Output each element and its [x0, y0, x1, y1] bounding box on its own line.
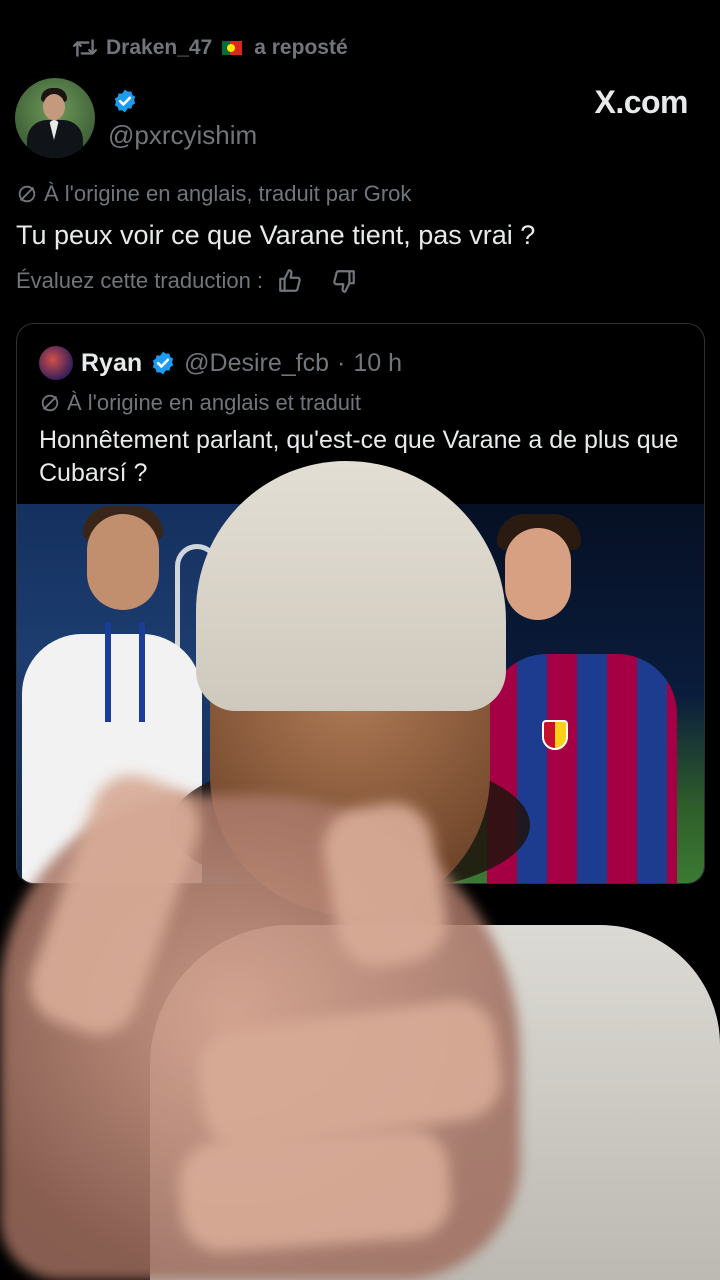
translation-note: À l'origine en anglais, traduit par Grok	[16, 181, 411, 207]
quoted-tweet[interactable]: Ryan @Desire_fcb · 10 h À l'origine en a…	[16, 323, 705, 884]
x-com-watermark: X.com	[594, 84, 688, 120]
quoted-tweet-header: Ryan @Desire_fcb · 10 h	[39, 346, 402, 380]
verified-badge-icon	[152, 351, 174, 375]
thumbs-down-icon[interactable]	[331, 268, 357, 294]
separator: ·	[337, 348, 346, 377]
portugal-flag-icon	[222, 41, 243, 55]
rate-label: Évaluez cette traduction :	[16, 268, 264, 293]
verified-badge-icon	[114, 89, 136, 113]
repost-user[interactable]: Draken_47	[106, 36, 212, 60]
quoted-tweet-image[interactable]	[17, 504, 704, 883]
rate-translation: Évaluez cette traduction :	[16, 268, 357, 294]
fcb-crest	[542, 720, 568, 750]
cubarsi-figure	[487, 654, 677, 883]
author-avatar[interactable]	[15, 78, 95, 158]
quoted-author-avatar[interactable]	[39, 346, 73, 380]
thumbs-up-icon[interactable]	[277, 268, 303, 294]
translate-icon	[18, 185, 36, 203]
quoted-author-name[interactable]: Ryan	[81, 349, 142, 378]
quoted-author-handle[interactable]: @Desire_fcb	[184, 349, 329, 378]
author-handle[interactable]: @pxrcyishim	[108, 120, 257, 151]
repost-label: a reposté	[254, 36, 348, 59]
quoted-timestamp[interactable]: 10 h	[353, 349, 402, 378]
translate-icon	[41, 394, 59, 412]
repost-indicator[interactable]: Draken_47 a reposté	[72, 36, 348, 60]
quoted-tweet-text: Honnêtement parlant, qu'est-ce que Varan…	[39, 426, 679, 487]
quoted-translation-note: À l'origine en anglais et traduit	[39, 390, 361, 416]
tweet-text: Tu peux voir ce que Varane tient, pas vr…	[16, 220, 536, 250]
repost-icon	[72, 39, 98, 57]
